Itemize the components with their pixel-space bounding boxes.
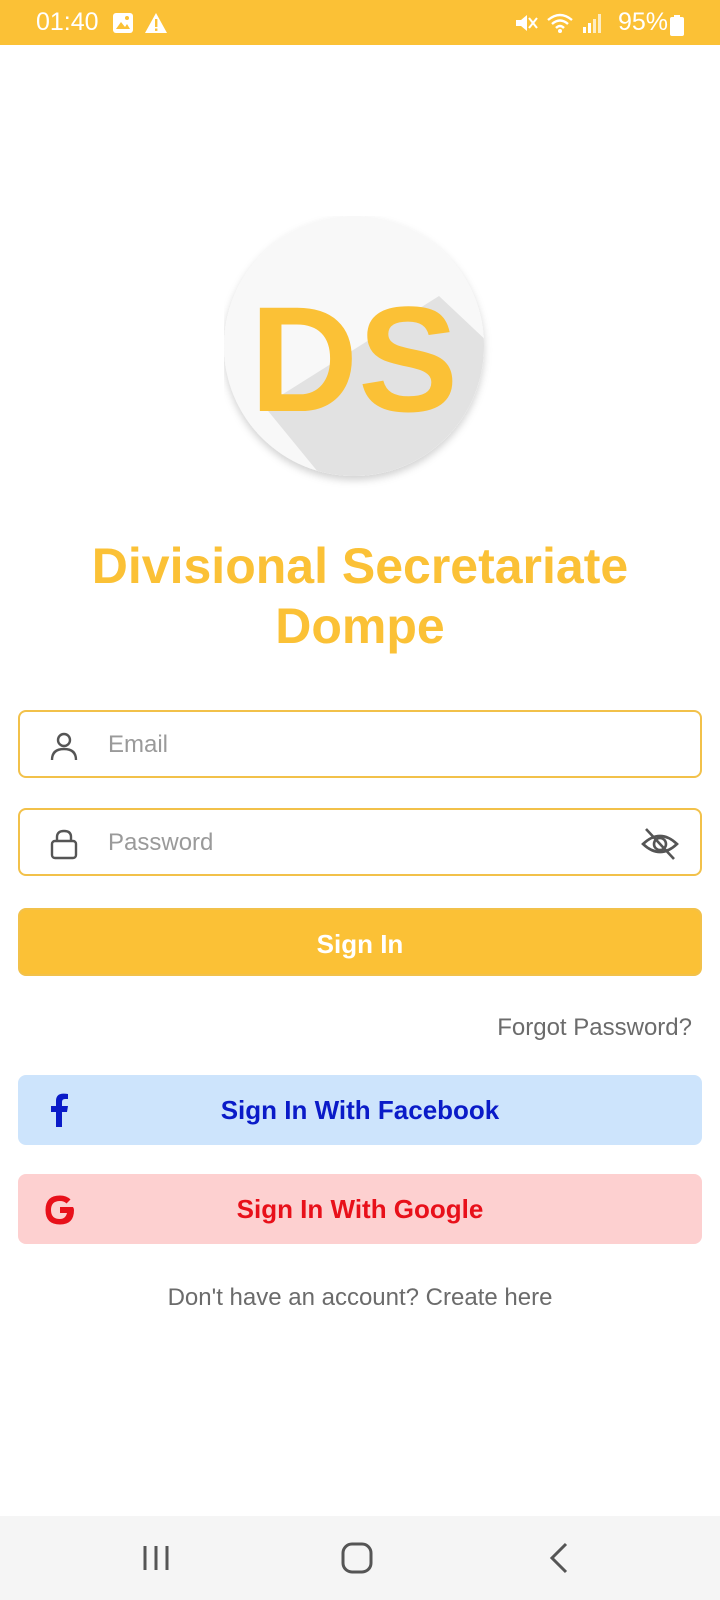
facebook-sign-in-label: Sign In With Facebook xyxy=(220,1095,500,1125)
eye-off-icon[interactable] xyxy=(640,824,680,864)
wifi-icon xyxy=(547,13,573,33)
facebook-sign-in-button[interactable]: Sign In With Facebook xyxy=(18,1075,702,1145)
status-bar: 01:40 95% xyxy=(0,0,720,45)
gallery-icon xyxy=(113,13,133,33)
back-icon[interactable] xyxy=(540,1538,580,1578)
app-title: Divisional Secretariate Dompe xyxy=(40,536,680,656)
status-time: 01:40 xyxy=(36,8,99,36)
forgot-password-link[interactable]: Forgot Password? xyxy=(497,1014,692,1042)
facebook-icon xyxy=(51,1093,68,1127)
google-sign-in-label: Sign In With Google xyxy=(236,1194,484,1224)
google-sign-in-button[interactable]: Sign In With Google xyxy=(18,1174,702,1244)
sign-in-label: Sign In xyxy=(316,929,404,959)
app-title-line1: Divisional Secretariate xyxy=(91,538,629,594)
home-icon[interactable] xyxy=(338,1538,378,1578)
password-input[interactable] xyxy=(106,820,610,866)
app-logo: DS xyxy=(224,216,496,488)
lock-icon xyxy=(50,829,78,860)
warning-icon xyxy=(145,13,167,33)
system-nav-bar xyxy=(0,1516,720,1600)
email-input[interactable] xyxy=(106,722,610,768)
mute-icon xyxy=(516,15,538,31)
password-field[interactable] xyxy=(18,808,702,876)
google-icon xyxy=(45,1195,74,1225)
app-title-line2: Dompe xyxy=(275,598,445,654)
create-account-link[interactable]: Don't have an account? Create here xyxy=(0,1284,720,1312)
battery-icon xyxy=(670,15,684,36)
signal-icon xyxy=(583,14,601,33)
logo-text: DS xyxy=(250,275,458,443)
email-field[interactable] xyxy=(18,710,702,778)
user-icon xyxy=(50,732,78,761)
battery-percentage: 95% xyxy=(617,8,668,36)
recent-apps-icon[interactable] xyxy=(136,1538,176,1578)
sign-in-button[interactable]: Sign In xyxy=(18,908,702,976)
